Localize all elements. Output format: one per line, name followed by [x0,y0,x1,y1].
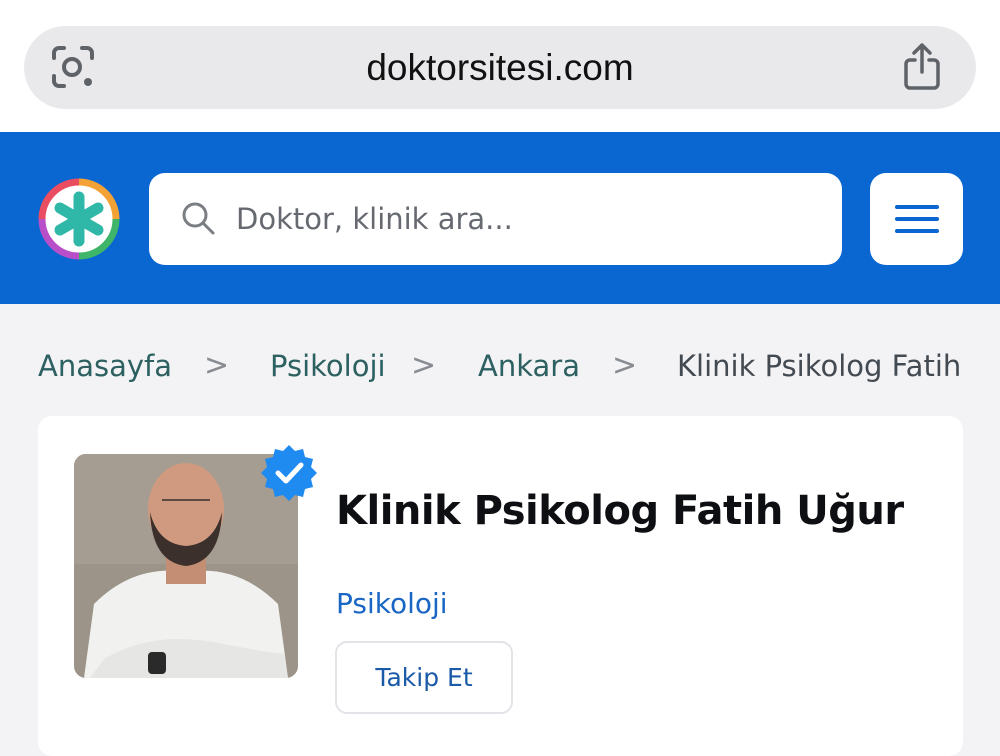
follow-button[interactable]: Takip Et [335,641,513,714]
breadcrumb-city-link[interactable]: Ankara [478,340,580,392]
breadcrumb-current: Klinik Psikolog Fatih [677,349,962,383]
breadcrumb-separator: > [204,348,230,383]
search-icon [182,202,215,235]
address-bar[interactable]: doktorsitesi.com [24,26,976,109]
breadcrumb-separator: > [411,348,437,383]
logo-asterisk-icon[interactable] [36,176,122,262]
breadcrumb-category-link[interactable]: Psikoloji [270,340,386,392]
url-text[interactable]: doktorsitesi.com [24,26,976,109]
specialty-link[interactable]: Psikoloji [336,582,448,626]
breadcrumb-separator: > [612,348,638,383]
search-placeholder[interactable]: Doktor, klinik ara... [236,173,513,265]
verified-icon [261,445,317,501]
doctor-name: Klinik Psikolog Fatih Uğur [336,488,904,534]
menu-icon[interactable] [895,203,939,235]
breadcrumb-home-link[interactable]: Anasayfa [38,340,172,392]
camera-lens-icon[interactable] [50,44,96,90]
share-icon[interactable] [902,42,942,92]
